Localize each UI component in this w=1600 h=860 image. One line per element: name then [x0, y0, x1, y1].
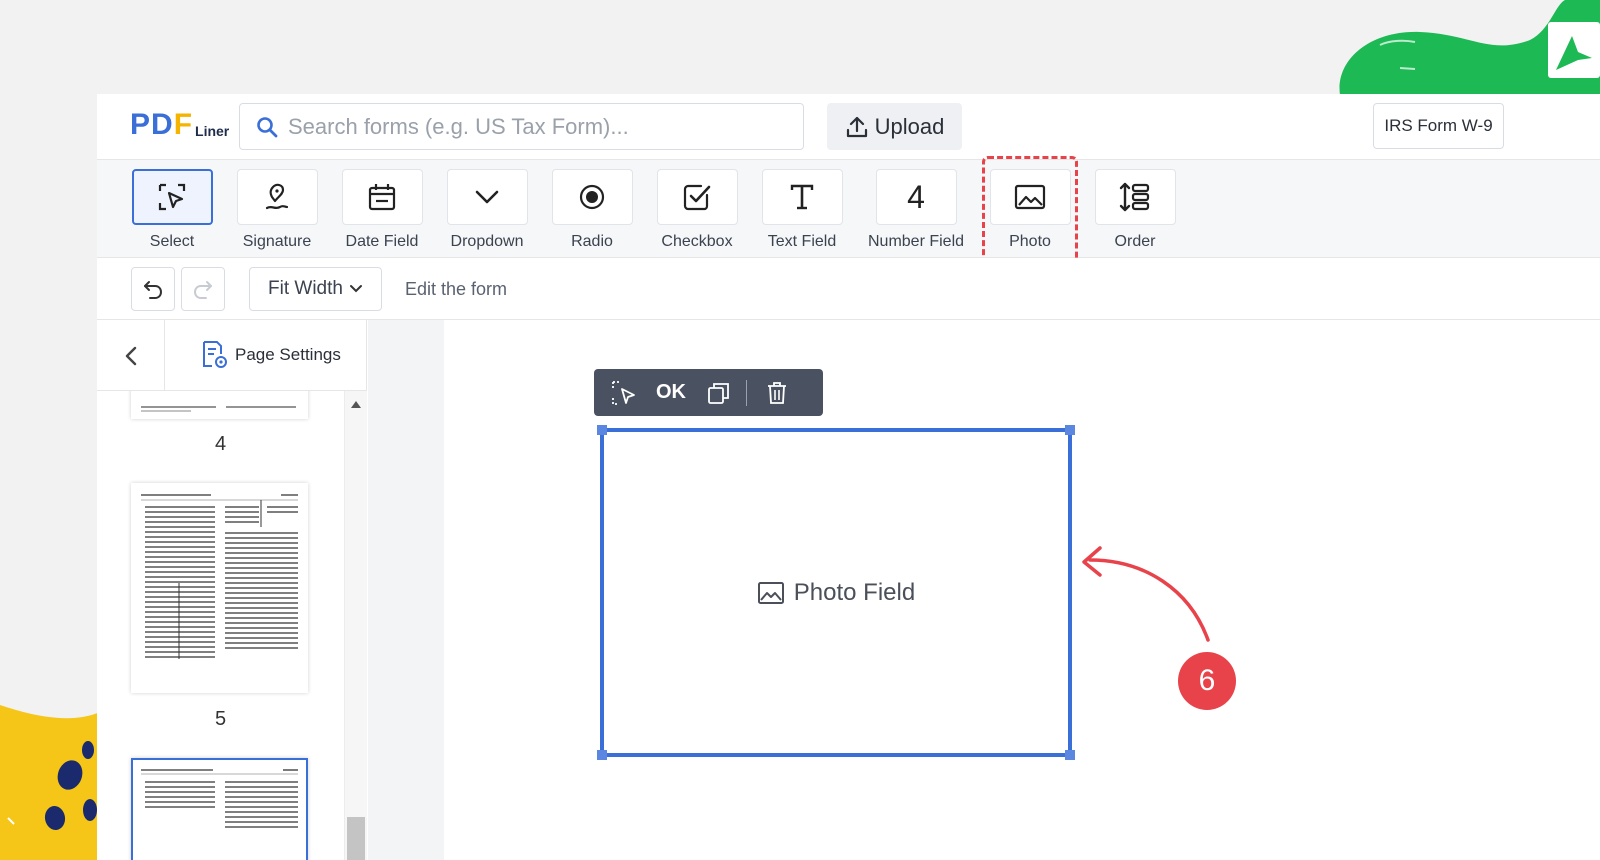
mode-label: Edit the form [405, 279, 508, 299]
page-number: 4 [214, 433, 227, 455]
thumbnail-scrollbar[interactable] [344, 391, 367, 860]
undo-icon [144, 281, 163, 299]
undo-button[interactable] [131, 267, 175, 311]
tool-label: Select [149, 233, 195, 250]
tool-date-field[interactable]: Date Field [327, 169, 437, 251]
pages-panel: Page Settings 4 5 [97, 320, 367, 860]
collapse-panel-button[interactable] [97, 320, 165, 391]
chevron-down-icon [349, 285, 362, 293]
checkbox-icon [683, 184, 711, 211]
page-thumbnail-selected[interactable] [131, 758, 308, 860]
page-thumbnails: 4 5 [97, 391, 344, 860]
page-thumbnail[interactable] [131, 483, 308, 693]
tool-signature[interactable]: Signature [222, 169, 332, 251]
photo-field-label: Photo Field [793, 578, 916, 606]
radio-icon [579, 184, 605, 210]
chevron-down-icon [475, 190, 499, 204]
duplicate-icon[interactable] [706, 380, 732, 406]
page-settings-icon [203, 341, 227, 368]
search-box[interactable] [239, 103, 804, 150]
resize-handle[interactable] [597, 425, 607, 435]
text-t-icon [790, 184, 814, 210]
tool-label: Checkbox [661, 233, 733, 250]
tool-radio[interactable]: Radio [537, 169, 647, 251]
upload-button[interactable]: Upload [827, 103, 962, 150]
edit-subtoolbar: Fit Width Edit the form [97, 258, 1600, 320]
tool-label: Signature [242, 233, 312, 250]
calendar-icon [368, 184, 396, 211]
order-icon [1119, 182, 1150, 212]
app-header: PDF Liner Upload IRS Form W-9 [97, 94, 1600, 160]
upload-icon [846, 116, 867, 137]
tool-number-field[interactable]: 4 Number Field [861, 169, 971, 251]
upload-label: Upload [874, 113, 945, 139]
page-preview [141, 406, 296, 412]
redo-button[interactable] [181, 267, 225, 311]
photo-field-box[interactable]: Photo Field [597, 425, 1075, 760]
image-icon [757, 581, 784, 604]
editor-window: PDF Liner Upload IRS Form W-9 Select Sig… [97, 94, 1600, 860]
form-name-button[interactable]: IRS Form W-9 [1373, 103, 1504, 149]
trash-icon[interactable] [765, 380, 789, 406]
select-field-icon[interactable] [610, 379, 638, 407]
tool-select[interactable]: Select [117, 169, 227, 251]
photo-tool-highlight [982, 156, 1078, 264]
redo-icon [193, 281, 212, 299]
tool-label: Text Field [767, 233, 837, 250]
pdfliner-logo[interactable]: PDF Liner [130, 110, 229, 140]
toolbar-divider [746, 379, 747, 406]
scrollbar-thumb[interactable] [347, 817, 365, 860]
page-settings-label: Page Settings [235, 345, 341, 364]
logo-main-text: PDF [130, 108, 194, 141]
zoom-select[interactable]: Fit Width [249, 267, 382, 311]
logo-sub-text: Liner [195, 123, 230, 139]
canvas-gutter [368, 320, 444, 860]
page-thumbnail[interactable] [131, 391, 308, 419]
chevron-left-icon [125, 346, 136, 365]
number-icon: 4 [907, 178, 925, 215]
pages-panel-header: Page Settings [97, 320, 367, 391]
tool-label: Date Field [345, 233, 419, 250]
resize-handle[interactable] [1065, 425, 1075, 435]
search-input[interactable] [288, 113, 778, 140]
page-settings-button[interactable]: Page Settings [201, 340, 341, 370]
scroll-up-arrow-icon[interactable] [351, 401, 361, 408]
tool-label: Order [1114, 233, 1156, 250]
photo-field-placeholder: Photo Field [757, 579, 915, 607]
field-toolbar-row: Select Signature Date Field Dropdown Rad… [97, 156, 1600, 264]
tool-dropdown[interactable]: Dropdown [432, 169, 542, 251]
resize-handle[interactable] [597, 750, 607, 760]
tool-label: Radio [571, 233, 613, 250]
signature-pen-icon [265, 183, 289, 210]
page-preview [141, 769, 298, 828]
search-icon [257, 116, 278, 137]
zoom-label: Fit Width [268, 278, 343, 299]
page-number: 5 [214, 708, 227, 730]
select-cursor-icon [158, 183, 186, 211]
tool-label: Number Field [867, 233, 965, 250]
resize-handle[interactable] [1065, 750, 1075, 760]
step-number-badge: 6 [1178, 652, 1236, 710]
page-preview [141, 494, 298, 659]
tool-checkbox[interactable]: Checkbox [642, 169, 752, 251]
tool-order[interactable]: Order [1080, 169, 1190, 251]
field-context-toolbar: OK [594, 369, 823, 416]
pdfliner-logo-icon [1548, 22, 1600, 78]
tool-text-field[interactable]: Text Field [747, 169, 857, 251]
brand-yellow-blob [0, 705, 100, 860]
tool-label: Dropdown [450, 233, 524, 250]
brand-green-blob [1339, 0, 1600, 95]
ok-button[interactable]: OK [656, 381, 686, 404]
